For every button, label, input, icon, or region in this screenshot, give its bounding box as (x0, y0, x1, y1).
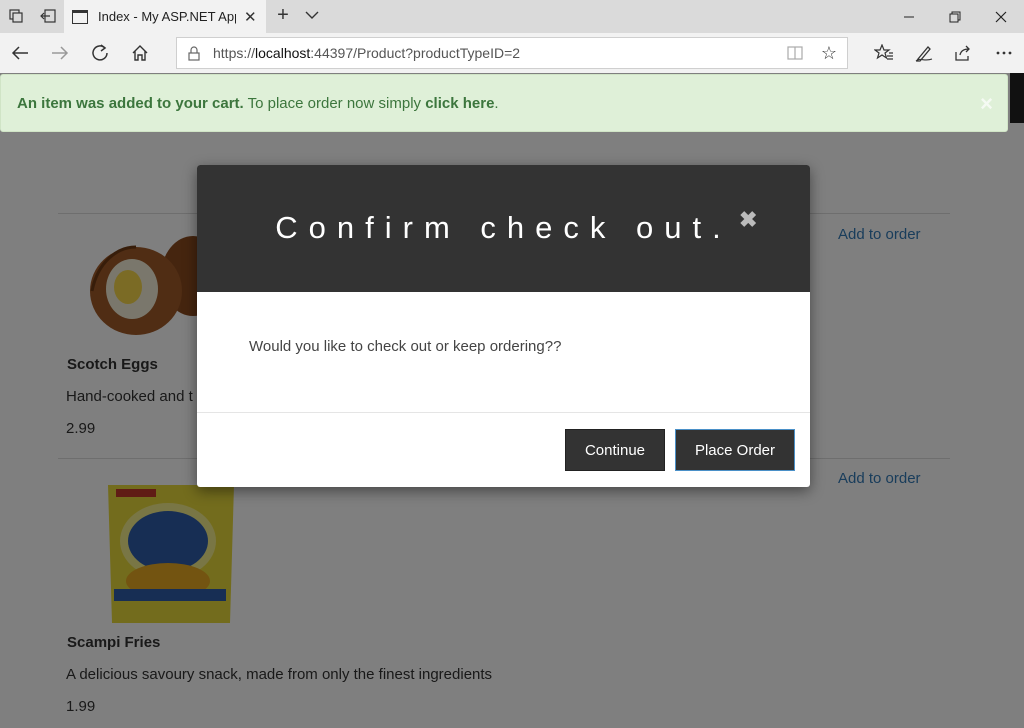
browser-tab-bar: Index - My ASP.NET App ✕ + (0, 0, 1024, 33)
modal-footer-divider (197, 412, 810, 413)
confirm-checkout-modal: Confirm check out. ✖ Would you like to c… (197, 165, 810, 487)
modal-header: Confirm check out. ✖ (197, 165, 810, 292)
web-note-pen-icon[interactable] (912, 41, 936, 65)
modal-body-text: Would you like to check out or keep orde… (249, 338, 562, 355)
tab-actions-icon[interactable] (5, 5, 27, 27)
back-icon[interactable] (8, 41, 32, 65)
restore-icon[interactable] (932, 0, 978, 33)
alert-strong-text: An item was added to your cart. (17, 94, 244, 112)
tab-title: Index - My ASP.NET App (98, 9, 236, 24)
set-aside-tabs-icon[interactable] (37, 5, 59, 27)
page-favicon-icon (72, 9, 88, 24)
more-options-icon[interactable] (992, 41, 1016, 65)
continue-button[interactable]: Continue (565, 429, 665, 471)
favorites-list-icon[interactable] (872, 41, 896, 65)
alert-period: . (494, 94, 499, 112)
url-text: https://localhost:44397/Product?productT… (213, 45, 521, 61)
modal-close-icon[interactable]: ✖ (739, 207, 757, 233)
new-tab-icon[interactable]: + (272, 4, 294, 27)
address-bar[interactable]: https://localhost:44397/Product?productT… (176, 37, 848, 69)
browser-nav-bar: https://localhost:44397/Product?productT… (0, 33, 1024, 73)
place-order-button[interactable]: Place Order (675, 429, 795, 471)
share-icon[interactable] (951, 41, 975, 65)
forward-icon[interactable] (48, 41, 72, 65)
alert-close-icon[interactable]: × (980, 91, 993, 117)
home-icon[interactable] (128, 41, 152, 65)
reading-view-icon[interactable] (787, 45, 803, 66)
tab-preview-chevron-icon[interactable] (305, 6, 319, 29)
lock-icon[interactable] (187, 45, 201, 61)
tab-close-icon[interactable]: ✕ (244, 8, 257, 26)
refresh-icon[interactable] (88, 41, 112, 65)
minimize-icon[interactable] (886, 0, 932, 33)
alert-text: To place order now simply (243, 94, 426, 112)
close-window-icon[interactable] (978, 0, 1024, 33)
alert-click-here-link[interactable]: click here (425, 95, 494, 112)
modal-title: Confirm check out. (275, 210, 732, 245)
cart-success-alert: An item was added to your cart. To place… (0, 74, 1008, 132)
active-tab[interactable]: Index - My ASP.NET App ✕ (64, 0, 266, 33)
favorite-star-icon[interactable]: ☆ (821, 43, 837, 64)
